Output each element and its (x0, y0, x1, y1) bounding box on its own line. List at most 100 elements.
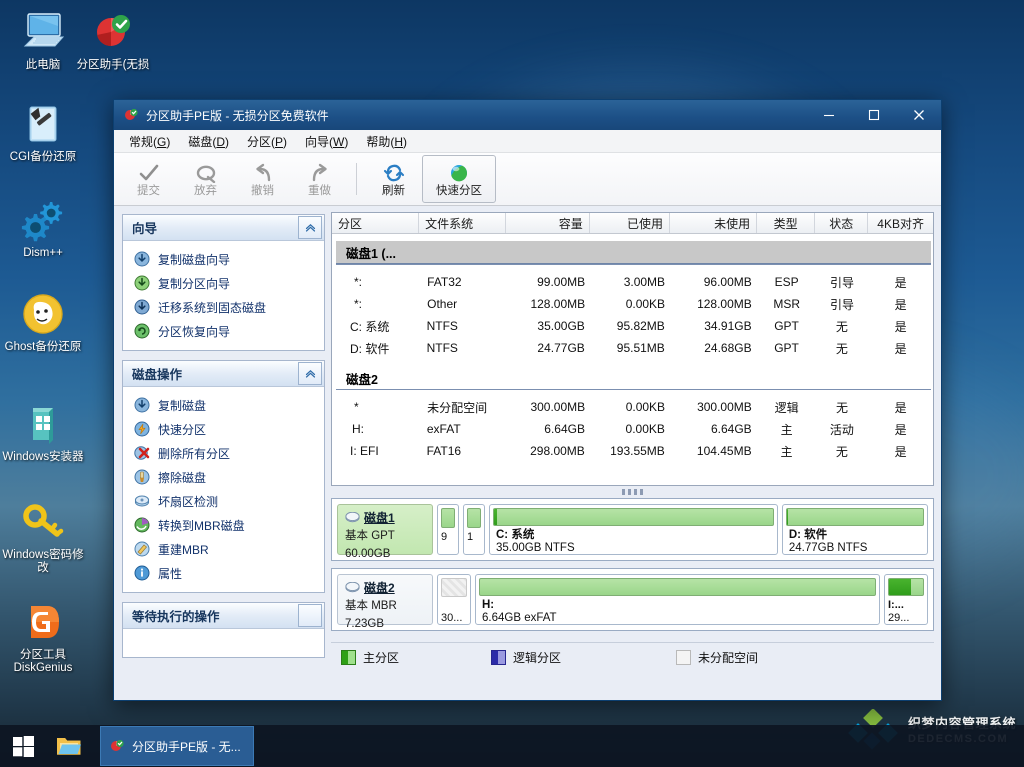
toolbar-refresh[interactable]: 刷新 (365, 155, 422, 203)
menu-general[interactable]: 常规(G) (120, 131, 179, 152)
menu-wizard-pre: 向导( (305, 134, 334, 149)
col-used[interactable]: 已使用 (590, 213, 671, 233)
sidebar-item-quick-partition[interactable]: 快速分区 (123, 417, 324, 441)
window-maximize-button[interactable] (851, 100, 896, 130)
group-header-disk1[interactable]: 磁盘1 (... (336, 241, 931, 264)
group-header-label: 磁盘1 (... (346, 246, 397, 261)
desktop-icon-ghost-backup[interactable]: Ghost备份还原 (0, 290, 86, 354)
panel-pending-collapse-icon[interactable] (298, 604, 322, 627)
col-partition[interactable]: 分区 (332, 213, 420, 233)
toolbar-redo-label: 重做 (308, 184, 331, 197)
table-row[interactable]: *: FAT32 99.00MB 3.00MB 96.00MB ESP 引导 是 (332, 271, 933, 293)
sidebar-item-copy-partition-wizard[interactable]: 复制分区向导 (123, 271, 324, 295)
sidebar-item-bad-sector-check[interactable]: 坏扇区检测 (123, 489, 324, 513)
desktop-icon-dism-plus[interactable]: Dism++ (0, 196, 86, 260)
sidebar-item-copy-disk-wizard[interactable]: 复制磁盘向导 (123, 247, 324, 271)
lightning-icon (134, 421, 150, 437)
panel-wizard-header[interactable]: 向导 (123, 215, 324, 241)
col-align[interactable]: 4KB对齐 (868, 213, 933, 233)
legend-primary: 主分区 (331, 649, 491, 666)
col-unused[interactable]: 未使用 (670, 213, 758, 233)
start-button[interactable] (0, 725, 46, 767)
toolbar-discard[interactable]: 放弃 (177, 155, 234, 203)
menu-disk[interactable]: 磁盘(D) (179, 131, 238, 152)
menu-partition[interactable]: 分区(P) (238, 131, 296, 152)
toolbar-quick-partition[interactable]: 快速分区 (422, 155, 496, 203)
cell-used: 3.00MB (623, 275, 666, 289)
table-row[interactable]: * 未分配空间 300.00MB 0.00KB 300.00MB 逻辑 无 是 (332, 396, 933, 418)
diskmap-part-d-bar (785, 508, 924, 527)
window-minimize-button[interactable] (806, 100, 851, 130)
diskmap-part-d[interactable]: D: 软件 24.77GB NTFS (781, 504, 928, 555)
sidebar-item-migrate-os-to-ssd[interactable]: 迁移系统到固态磁盘 (123, 295, 324, 319)
diskmap-disk2[interactable]: 磁盘2 基本 MBR 7.23GB 30... H: 6.64GB exFAT (331, 568, 934, 631)
sidebar-item-convert-to-mbr[interactable]: 转换到MBR磁盘 (123, 513, 324, 537)
diskmap-part-c-bar (493, 508, 774, 527)
desktop-icon-windows-password[interactable]: Windows密码修改 (0, 498, 86, 575)
sidebar-item-copy-disk[interactable]: 复制磁盘 (123, 393, 324, 417)
sidebar-item-label: 复制磁盘向导 (158, 252, 231, 267)
sidebar-item-rebuild-mbr[interactable]: 重建MBR (123, 537, 324, 561)
table-row[interactable]: *: Other 128.00MB 0.00KB 128.00MB MSR 引导… (332, 293, 933, 315)
diskmap-part-esp[interactable]: 9 (437, 504, 459, 555)
legend-unallocated-label: 未分配空间 (698, 650, 759, 665)
menu-general-post: ) (166, 134, 171, 149)
desktop-icon-cgi-backup[interactable]: CGI备份还原 (0, 100, 86, 164)
toolbar-redo[interactable]: 重做 (291, 155, 348, 203)
sidebar-item-label: 属性 (158, 566, 183, 581)
toolbar: 提交 放弃 撤销 重做 刷新 快速分区 (114, 153, 941, 206)
panel-disk-ops-collapse-icon[interactable] (298, 362, 322, 385)
table-row[interactable]: D: 软件 NTFS 24.77GB 95.51MB 24.68GB GPT 无… (332, 337, 933, 359)
col-type[interactable]: 类型 (757, 213, 816, 233)
diskmap-part-i-sub: 29... (888, 612, 910, 624)
col-capacity[interactable]: 容量 (506, 213, 590, 233)
panel-pending-header[interactable]: 等待执行的操作 (123, 603, 324, 629)
menu-partition-post: ) (283, 134, 288, 149)
menu-wizard[interactable]: 向导(W) (296, 131, 357, 152)
panel-pending-body (123, 629, 324, 657)
taskbar-file-explorer[interactable] (46, 725, 92, 767)
window-close-button[interactable] (896, 100, 941, 130)
diskmap-part-h[interactable]: H: 6.64GB exFAT (475, 574, 880, 625)
diskmap-part-msr[interactable]: 1 (463, 504, 485, 555)
sidebar-item-properties[interactable]: 属性 (123, 561, 324, 585)
diskmap-disk1[interactable]: 磁盘1 基本 GPT 60.00GB 9 1 C: 系统 35.00GB NTF… (331, 498, 934, 561)
desktop-icon-diskgenius[interactable]: 分区工具DiskGenius (0, 598, 86, 675)
splitter-handle[interactable] (331, 486, 934, 498)
table-row[interactable]: I: EFI FAT16 298.00MB 193.55MB 104.45MB … (332, 440, 933, 462)
diskmap-disk2-scheme: 基本 MBR (345, 600, 397, 612)
toolbar-commit[interactable]: 提交 (120, 155, 177, 203)
panel-disk-ops-body: 复制磁盘 快速分区 删除所有分区 擦除磁盘 坏扇区检测 转换到MBR磁盘 重建M… (123, 387, 324, 592)
panel-pending-title: 等待执行的操作 (132, 610, 220, 624)
sidebar-item-label: 复制分区向导 (158, 276, 231, 291)
cell-align: 是 (894, 297, 907, 312)
panel-wizard-title: 向导 (132, 222, 158, 236)
cell-unused: 104.45MB (696, 444, 752, 458)
toolbar-undo[interactable]: 撤销 (234, 155, 291, 203)
desktop-icon-partition-assistant[interactable]: 分区助手(无损 (70, 8, 156, 72)
sidebar-item-label: 迁移系统到固态磁盘 (158, 300, 267, 315)
panel-wizard-collapse-icon[interactable] (298, 216, 322, 239)
diskmap-part-i[interactable]: I:... 29... (884, 574, 928, 625)
panel-disk-ops-header[interactable]: 磁盘操作 (123, 361, 324, 387)
menu-wizard-key: W (333, 134, 345, 149)
diskmap-part-c[interactable]: C: 系统 35.00GB NTFS (489, 504, 778, 555)
table-row[interactable]: H: exFAT 6.64GB 0.00KB 6.64GB 主 活动 是 (332, 418, 933, 440)
diskmap-part-unalloc[interactable]: 30... (437, 574, 471, 625)
desktop-icon-windows-installer[interactable]: Windows安装器 (0, 400, 86, 464)
table-row[interactable]: C: 系统 NTFS 35.00GB 95.82MB 34.91GB GPT 无… (332, 315, 933, 337)
sidebar-item-label: 复制磁盘 (158, 398, 207, 413)
col-status[interactable]: 状态 (815, 213, 869, 233)
cell-align: 是 (894, 319, 907, 334)
group-header-disk2[interactable]: 磁盘2 (336, 367, 931, 389)
sidebar-item-wipe-disk[interactable]: 擦除磁盘 (123, 465, 324, 489)
desktop-icon-label: Ghost备份还原 (4, 341, 82, 353)
cell-filesystem: NTFS (426, 319, 458, 333)
window-titlebar[interactable]: 分区助手PE版 - 无损分区免费软件 (114, 100, 941, 130)
menu-help[interactable]: 帮助(H) (357, 131, 416, 152)
ghost-icon (0, 290, 86, 338)
sidebar-item-delete-all-partitions[interactable]: 删除所有分区 (123, 441, 324, 465)
col-filesystem[interactable]: 文件系统 (419, 213, 507, 233)
taskbar-item-partition-assistant[interactable]: 分区助手PE版 - 无... (100, 726, 254, 766)
sidebar-item-partition-recovery-wizard[interactable]: 分区恢复向导 (123, 319, 324, 343)
